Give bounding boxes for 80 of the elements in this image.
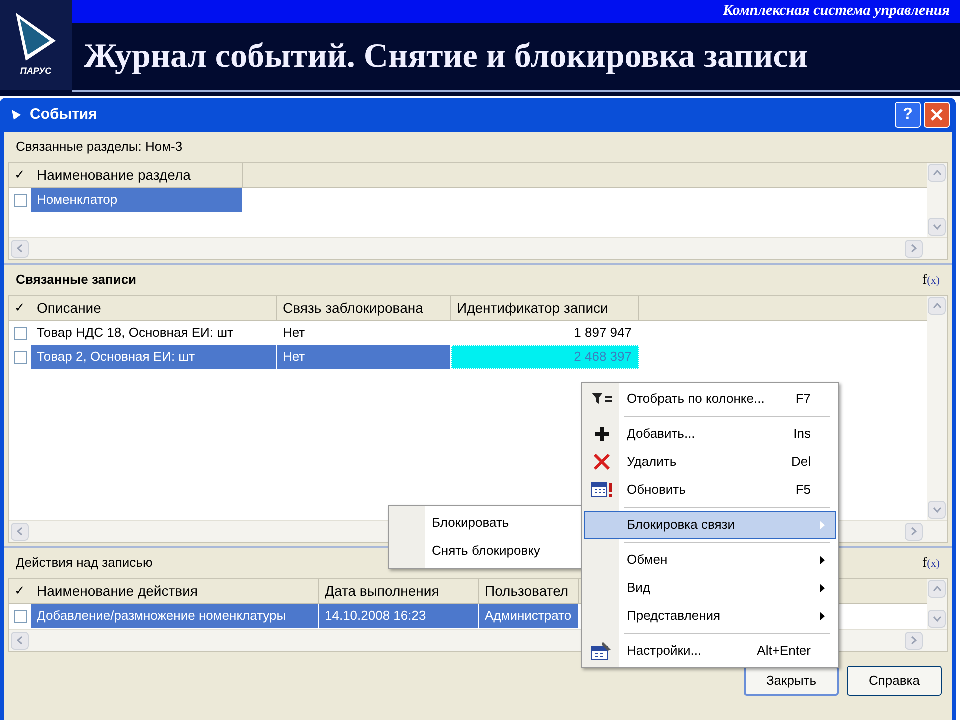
slide-subtitle: Комплексная система управления — [723, 2, 950, 22]
help-button[interactable]: ? — [895, 102, 921, 128]
submenu-item[interactable]: Блокировать — [425, 509, 583, 537]
chevron-right-icon — [911, 527, 917, 536]
scroll-left-button[interactable] — [11, 522, 29, 540]
column-header[interactable]: Пользовател — [479, 579, 579, 603]
chevron-down-icon — [932, 507, 942, 513]
row-checkbox[interactable] — [14, 326, 26, 340]
chevron-up-icon — [932, 586, 942, 592]
menu-item[interactable]: Обмен — [584, 546, 836, 574]
logo-text: ПАРУС — [20, 65, 52, 78]
filter-icon — [591, 392, 613, 406]
submenu-arrow-icon — [820, 520, 825, 530]
row-checkbox[interactable] — [14, 194, 26, 206]
row-checkbox[interactable] — [14, 610, 26, 622]
table-cell: Товар 2, Основная ЕИ: шт — [31, 345, 277, 369]
scroll-up-button[interactable] — [928, 297, 946, 315]
close-button[interactable] — [924, 102, 950, 128]
section-heading: Связанные записи — [16, 271, 137, 290]
chevron-up-icon — [932, 303, 942, 309]
scroll-down-button[interactable] — [928, 218, 946, 236]
chevron-up-icon — [932, 170, 942, 176]
settings-icon — [591, 641, 613, 661]
menu-item[interactable]: Обновить F5 — [584, 476, 836, 504]
table-cell: 14.10.2008 16:23 — [319, 604, 479, 628]
formula-button[interactable]: f(x) — [922, 552, 940, 574]
menu-item[interactable]: Удалить Del — [584, 448, 836, 476]
scroll-left-button[interactable] — [11, 632, 29, 650]
menu-item[interactable]: Настройки... Alt+Enter — [584, 637, 836, 665]
table-cell: Нет — [277, 345, 451, 369]
chevron-right-icon — [911, 636, 917, 645]
plus-icon — [595, 427, 609, 441]
chevron-right-icon — [911, 244, 917, 253]
scroll-right-button[interactable] — [905, 522, 923, 540]
dialog-button[interactable]: Справка — [847, 666, 942, 696]
submenu-arrow-icon — [820, 612, 825, 620]
column-header[interactable]: Описание — [31, 296, 277, 320]
menu-item[interactable]: Представления — [584, 602, 836, 630]
check-column-header: ✓ — [14, 299, 26, 318]
chevron-down-icon — [932, 224, 942, 230]
formula-button[interactable]: f(x) — [922, 270, 940, 290]
section-heading: Связанные разделы: Ном-3 — [16, 138, 183, 156]
scroll-up-button[interactable] — [928, 164, 946, 182]
column-header[interactable]: Связь заблокирована — [277, 296, 451, 320]
window-title: События — [30, 104, 98, 125]
check-column-header: ✓ — [14, 166, 26, 184]
check-column-header: ✓ — [14, 582, 26, 600]
chevron-left-icon — [17, 636, 23, 645]
column-header[interactable]: Наименование действия — [31, 579, 319, 603]
column-header[interactable]: Идентификатор записи — [451, 296, 639, 320]
chevron-left-icon — [17, 527, 23, 536]
submenu-arrow-icon — [820, 584, 825, 592]
scroll-right-button[interactable] — [905, 240, 923, 258]
close-icon — [930, 108, 944, 122]
calendar-alert-icon — [591, 481, 613, 499]
scroll-left-button[interactable] — [11, 240, 29, 258]
scroll-up-button[interactable] — [928, 580, 946, 598]
column-header[interactable]: Дата выполнения — [319, 579, 479, 603]
row-checkbox[interactable] — [14, 350, 26, 364]
menu-item[interactable]: Блокировка связи — [584, 511, 836, 539]
column-header[interactable]: Наименование раздела — [31, 163, 243, 187]
menu-item[interactable]: Добавить... Ins — [584, 420, 836, 448]
scroll-down-button[interactable] — [928, 501, 946, 519]
slide-title: Журнал событий. Снятие и блокировка записи — [84, 37, 808, 77]
section-heading: Действия над записью — [16, 554, 153, 572]
scroll-down-button[interactable] — [928, 610, 946, 628]
dialog-button[interactable]: Закрыть — [744, 666, 839, 696]
chevron-down-icon — [932, 616, 942, 622]
chevron-left-icon — [17, 244, 23, 253]
table-cell: Номенклатор — [31, 188, 243, 212]
table-cell: 2 468 397 — [451, 345, 639, 369]
submenu-arrow-icon — [820, 556, 825, 564]
menu-item[interactable]: Вид — [584, 574, 836, 602]
delete-icon — [593, 453, 611, 471]
app-icon — [10, 109, 22, 121]
menu-item[interactable]: Отобрать по колонке... F7 — [584, 385, 836, 413]
table-cell: Добавление/размножение номенклатуры — [31, 604, 319, 628]
scroll-right-button[interactable] — [905, 632, 923, 650]
table-cell: Администрато — [479, 604, 579, 628]
submenu-item[interactable]: Снять блокировку — [425, 537, 583, 565]
